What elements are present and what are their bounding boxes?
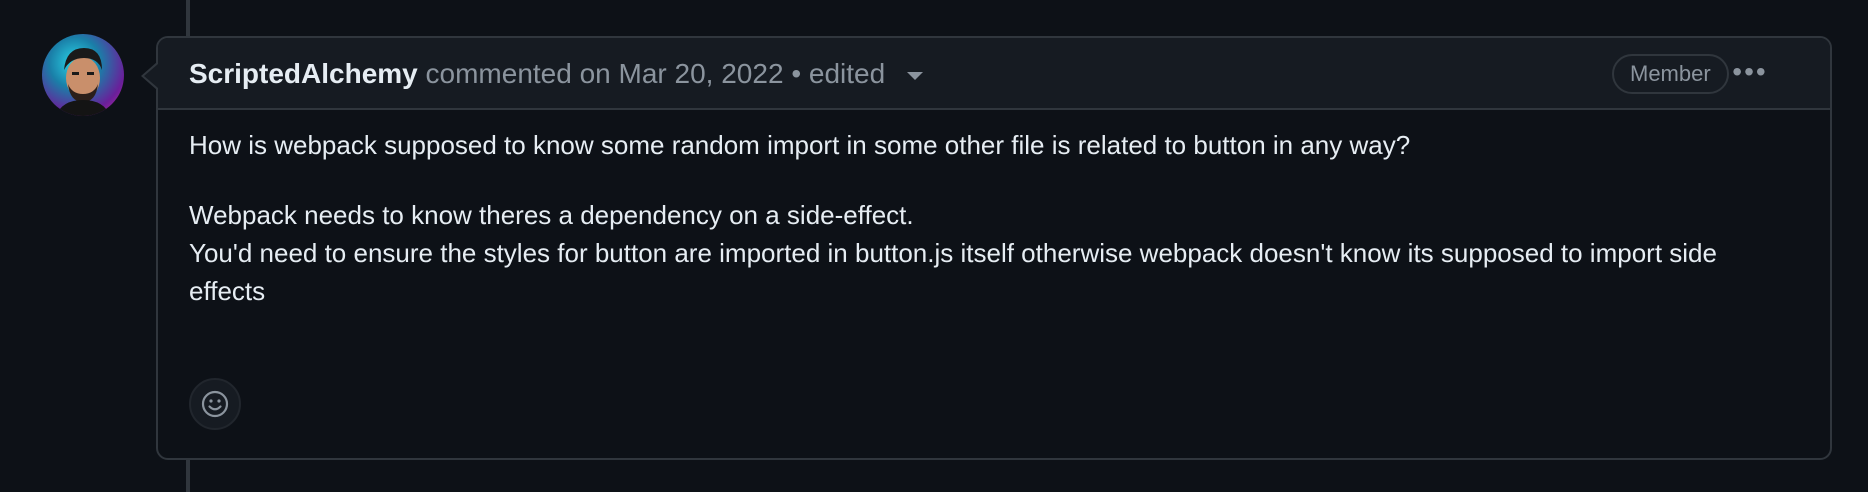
more-options-button[interactable]: •••: [1728, 52, 1772, 92]
smiley-icon: [201, 390, 229, 418]
comment-paragraph: You'd need to ensure the styles for butt…: [189, 238, 1717, 306]
member-badge: Member: [1612, 54, 1729, 94]
avatar-image: [56, 48, 110, 116]
comment-action: commented on: [425, 58, 611, 89]
kebab-horizontal-icon: •••: [1732, 56, 1768, 87]
comment-card: ScriptedAlchemy commented on Mar 20, 202…: [156, 36, 1832, 460]
comment-pointer-fill: [144, 64, 158, 88]
avatar[interactable]: [42, 34, 124, 116]
comment-paragraph: How is webpack supposed to know some ran…: [189, 130, 1411, 160]
comment-header: ScriptedAlchemy commented on Mar 20, 202…: [158, 38, 1830, 110]
comment-date[interactable]: Mar 20, 2022: [619, 58, 784, 89]
meta-separator: •: [791, 58, 802, 89]
comment-paragraph: Webpack needs to know theres a dependenc…: [189, 200, 914, 230]
author-link[interactable]: ScriptedAlchemy: [189, 58, 418, 89]
comment-header-meta: ScriptedAlchemy commented on Mar 20, 202…: [189, 56, 923, 92]
edited-label[interactable]: edited: [809, 58, 885, 89]
add-reaction-button[interactable]: [189, 378, 241, 430]
chevron-down-icon[interactable]: [906, 71, 923, 80]
comment-body: How is webpack supposed to know some ran…: [189, 126, 1799, 310]
